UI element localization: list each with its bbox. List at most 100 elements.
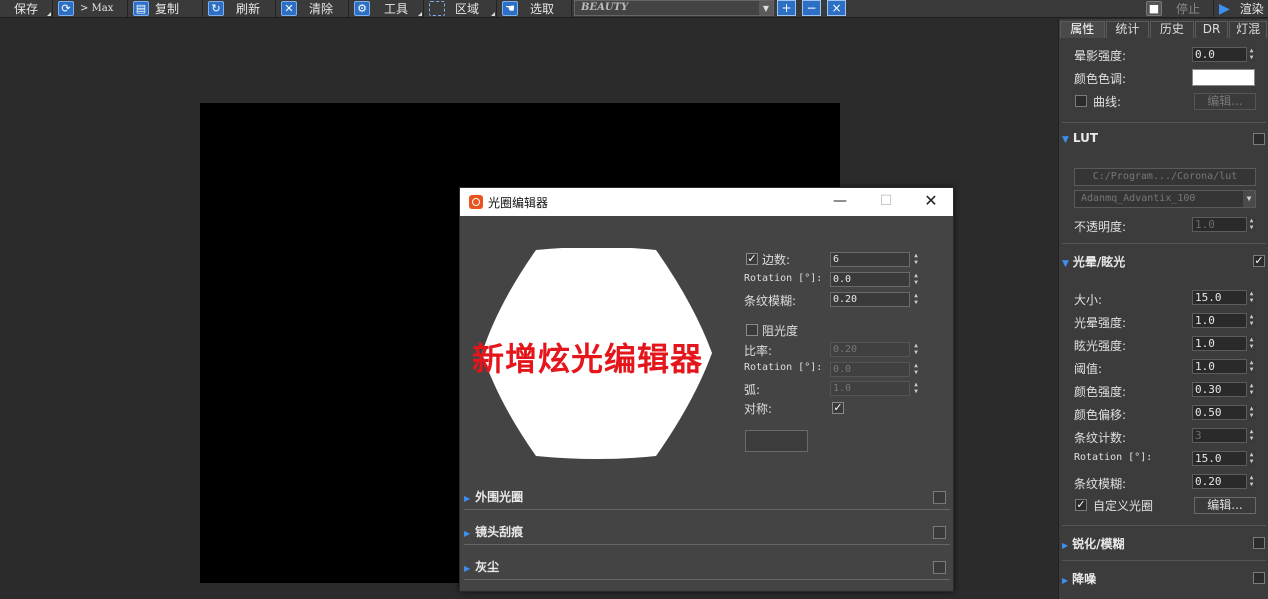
size-input[interactable]: 15.0 ▲ ▼ (1192, 290, 1256, 305)
glare-strength-value: 1.0 (1195, 337, 1215, 350)
ratio-input[interactable]: 0.20 ▲ ▼ (830, 342, 918, 357)
dust-checkbox[interactable] (933, 561, 946, 574)
tools-button[interactable]: ⚙ 工具 (350, 0, 424, 17)
minimize-icon[interactable]: — (832, 193, 848, 209)
tab-dr[interactable]: DR (1194, 21, 1229, 38)
rotation2-value: 0.0 (833, 364, 852, 375)
preview-swatch[interactable] (745, 430, 808, 452)
blades-checkbox[interactable]: ✓ (746, 253, 758, 265)
spinner-arrows-icon[interactable]: ▲ ▼ (1246, 336, 1256, 351)
render-button[interactable]: ▶ 渲染 (1215, 0, 1268, 17)
curve-edit-button[interactable]: 编辑... (1194, 93, 1256, 110)
lut-path-field[interactable]: C:/Program.../Corona/lut (1074, 168, 1256, 186)
glare-strength-input[interactable]: 1.0 ▲ ▼ (1192, 336, 1256, 351)
aperture-editor-dialog: 光圈编辑器 — ☐ ✕ ✓ 边数: 6 ▲ ▼ Rotation [°]: 0.0 ▲… (459, 187, 954, 592)
spinner-arrows-icon[interactable]: ▲ ▼ (911, 272, 921, 287)
denoise-section-header[interactable]: ▶ 降噪 (1062, 570, 1266, 588)
rotation-value: 15.0 (1195, 452, 1222, 465)
spinner-arrows-icon[interactable]: ▲ ▼ (911, 381, 921, 396)
spinner-arrows-icon[interactable]: ▲ ▼ (1246, 451, 1256, 466)
gear-icon: ⚙ (354, 1, 370, 16)
spinner-arrows-icon[interactable]: ▲ ▼ (1246, 382, 1256, 397)
arc-input[interactable]: 1.0 ▲ ▼ (830, 381, 918, 396)
lut-file-value: Adanmq_Advantix_100 (1081, 193, 1196, 204)
spinner-arrows-icon[interactable]: ▲ ▼ (911, 362, 921, 377)
rotation-input[interactable]: 0.0 ▲ ▼ (830, 272, 918, 287)
spinner-arrows-icon[interactable]: ▲ ▼ (1246, 47, 1256, 62)
lut-section-header[interactable]: ▼ LUT (1062, 131, 1266, 149)
zoom-fit-icon[interactable]: × (827, 0, 846, 16)
outer-rim-checkbox[interactable] (933, 491, 946, 504)
spinner-arrows-icon[interactable]: ▲ ▼ (1246, 290, 1256, 305)
spinner-arrows-icon[interactable]: ▲ ▼ (911, 342, 921, 357)
threshold-input[interactable]: 1.0 ▲ ▼ (1192, 359, 1256, 374)
maximize-icon[interactable]: ☐ (878, 193, 894, 209)
spinner-arrows-icon[interactable]: ▲ ▼ (1246, 428, 1256, 443)
scratches-section[interactable]: ▶ 镜头刮痕 (464, 523, 950, 545)
spinner-arrows-icon[interactable]: ▲ ▼ (1246, 405, 1256, 420)
sharpen-blur-section-header[interactable]: ▶ 锐化/模糊 (1062, 535, 1266, 553)
custom-aperture-edit-button[interactable]: 编辑... (1194, 497, 1256, 514)
rotation2-input[interactable]: 0.0 ▲ ▼ (830, 362, 918, 377)
custom-aperture-checkbox[interactable]: ✓ (1075, 499, 1087, 511)
denoise-enable-checkbox[interactable] (1253, 572, 1265, 584)
spinner-arrows-icon[interactable]: ▲ ▼ (911, 292, 921, 307)
chevron-down-icon: ▼ (759, 1, 773, 15)
tab-stats[interactable]: 统计 (1105, 21, 1150, 38)
stop-button[interactable]: ■ 停止 (1142, 0, 1214, 17)
streak-count-input[interactable]: 3 ▲ ▼ (1192, 428, 1256, 443)
copy-button[interactable]: ▤ 复制 (129, 0, 203, 17)
zoom-out-icon[interactable]: − (802, 0, 821, 16)
divider (1062, 122, 1266, 123)
opacity-value: 1.0 (1195, 218, 1215, 231)
dust-section[interactable]: ▶ 灰尘 (464, 558, 950, 580)
scratches-checkbox[interactable] (933, 526, 946, 539)
tab-properties[interactable]: 属性 (1060, 21, 1105, 38)
hand-icon: ☚ (502, 1, 518, 16)
streak-blur-value: 0.20 (833, 294, 858, 305)
spinner-arrows-icon[interactable]: ▲ ▼ (1246, 474, 1256, 489)
color-strength-label: 颜色强度: (1074, 385, 1127, 399)
spinner-arrows-icon[interactable]: ▲ ▼ (911, 252, 921, 267)
spinner-arrows-icon[interactable]: ▲ ▼ (1246, 359, 1256, 374)
tab-lightmix[interactable]: 灯混 (1229, 21, 1267, 38)
blades-input[interactable]: 6 ▲ ▼ (830, 252, 918, 267)
rotation-input[interactable]: 15.0 ▲ ▼ (1192, 451, 1256, 466)
bloom-enable-checkbox[interactable]: ✓ (1253, 255, 1265, 267)
refresh-button[interactable]: ↻ 刷新 (204, 0, 276, 17)
blades-value: 6 (833, 254, 840, 265)
sharpen-enable-checkbox[interactable] (1253, 537, 1265, 549)
lut-enable-checkbox[interactable] (1253, 133, 1265, 145)
vignette-strength-input[interactable]: 0.0 ▲ ▼ (1192, 47, 1256, 62)
rotation-value: 0.0 (833, 274, 852, 285)
tint-color-swatch[interactable] (1192, 69, 1255, 86)
opacity-input[interactable]: 1.0 ▲ ▼ (1192, 217, 1256, 232)
lut-file-select[interactable]: Adanmq_Advantix_100 ▼ (1074, 190, 1256, 208)
color-shift-input[interactable]: 0.50 ▲ ▼ (1192, 405, 1256, 420)
max-button[interactable]: ⟳ > Max (54, 0, 128, 17)
outer-rim-section[interactable]: ▶ 外围光圈 (464, 488, 950, 510)
save-button[interactable]: 保存 (0, 0, 53, 17)
blades-label: 边数: (762, 253, 791, 267)
symmetry-checkbox[interactable]: ✓ (832, 402, 844, 414)
render-channel-select[interactable]: BEAUTY ▼ (574, 0, 774, 16)
curve-checkbox[interactable] (1075, 95, 1087, 107)
streak-blur-input[interactable]: 0.20 ▲ ▼ (830, 292, 918, 307)
streak-blur-input[interactable]: 0.20 ▲ ▼ (1192, 474, 1256, 489)
spinner-arrows-icon[interactable]: ▲ ▼ (1246, 313, 1256, 328)
tab-history[interactable]: 历史 (1150, 21, 1194, 38)
close-icon[interactable]: ✕ (923, 193, 939, 209)
bloom-strength-input[interactable]: 1.0 ▲ ▼ (1192, 313, 1256, 328)
pick-button[interactable]: ☚ 选取 (498, 0, 572, 17)
bloom-glare-section-header[interactable]: ▼ 光晕/眩光 (1062, 253, 1266, 271)
region-button[interactable]: 区域 (425, 0, 497, 17)
zoom-in-icon[interactable]: + (777, 0, 796, 16)
spinner-arrows-icon[interactable]: ▲ ▼ (1246, 217, 1256, 232)
color-strength-input[interactable]: 0.30 ▲ ▼ (1192, 382, 1256, 397)
obstacle-checkbox[interactable] (746, 324, 758, 336)
clear-button[interactable]: ✕ 清除 (277, 0, 349, 17)
glare-strength-label: 眩光强度: (1074, 339, 1127, 353)
copy-label: 复制 (155, 2, 180, 16)
dialog-titlebar[interactable]: 光圈编辑器 — ☐ ✕ (460, 188, 953, 216)
streak-blur-value: 0.20 (1195, 475, 1222, 488)
